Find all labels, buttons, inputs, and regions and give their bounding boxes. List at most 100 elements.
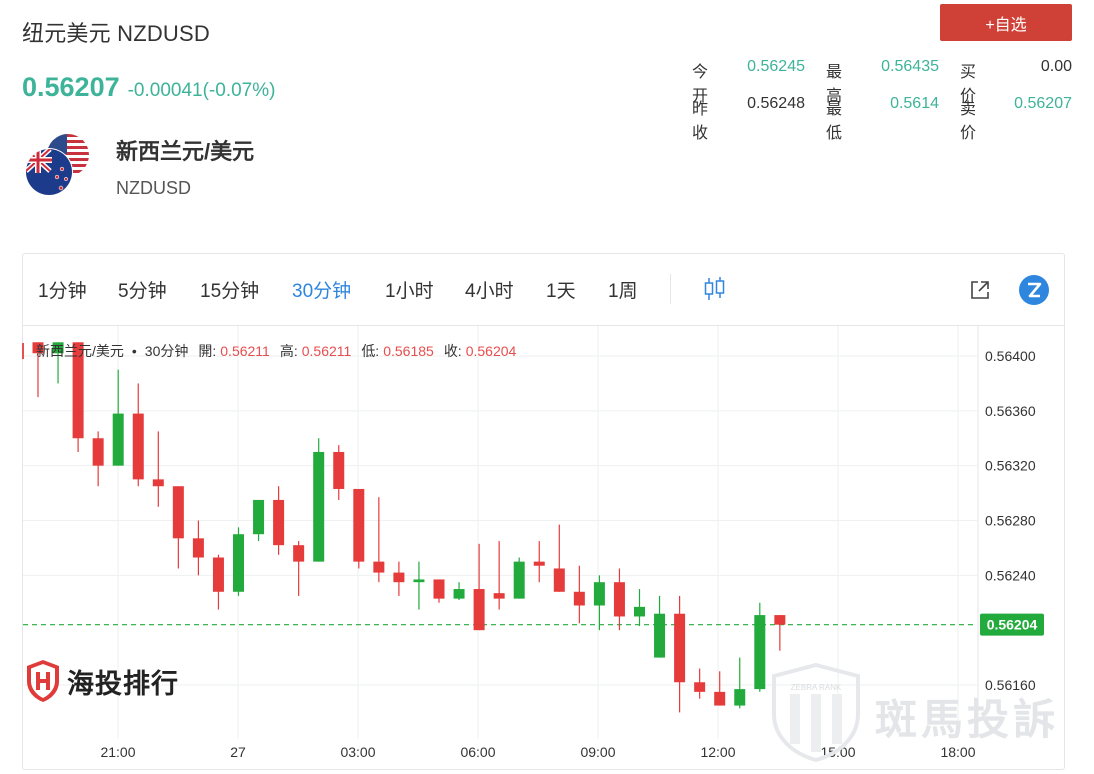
brand-watermark-text: 海投排行 — [67, 668, 179, 699]
candle — [152, 431, 164, 507]
candle — [353, 488, 365, 569]
zebra-watermark-text: 斑馬投訴 — [875, 696, 1060, 743]
candle — [694, 668, 706, 699]
candle-body — [152, 479, 164, 487]
legend-low-label: 低: — [361, 343, 380, 359]
candle — [253, 499, 265, 542]
candle-body — [333, 451, 345, 489]
candle — [593, 575, 605, 631]
candle-body — [273, 499, 285, 546]
candle-body — [473, 589, 485, 631]
y-tick-label: 0.56240 — [985, 567, 1036, 583]
candle-body — [734, 689, 746, 706]
candle — [513, 557, 525, 599]
zebra-shield-icon: ZEBRA RANK — [772, 662, 860, 762]
y-tick-label: 0.56400 — [985, 348, 1036, 364]
legend-open-value: 0.56211 — [220, 343, 270, 359]
candle — [313, 438, 325, 562]
current-price-label: 0.56204 — [987, 617, 1038, 633]
candle — [373, 497, 385, 583]
x-tick-label: 09:00 — [580, 744, 615, 760]
candle-body — [654, 613, 666, 658]
brand-watermark: 海投排行 — [25, 659, 179, 703]
legend-high-value: 0.56211 — [301, 343, 352, 359]
x-tick-label: 06:00 — [460, 744, 495, 760]
candle-body — [774, 615, 786, 625]
legend-marker — [22, 343, 24, 359]
candle — [192, 520, 204, 576]
candle-body — [172, 486, 184, 539]
candle-body — [233, 534, 244, 592]
candle-body — [553, 568, 565, 592]
candle-body — [694, 682, 706, 692]
candle-body — [453, 589, 465, 599]
candle-body — [533, 561, 545, 566]
chart-legend: 新西兰元/美元 • 30分钟 開: 0.56211 高: 0.56211 低: … — [22, 341, 526, 361]
candle-body — [313, 451, 325, 562]
candle — [654, 595, 666, 658]
legend-close-value: 0.56204 — [465, 343, 517, 359]
candle — [714, 671, 726, 706]
candle — [674, 595, 686, 713]
legend-symbol: 新西兰元/美元 — [36, 343, 124, 359]
candle-body — [413, 579, 425, 583]
candle — [132, 383, 144, 487]
legend-high-label: 高: — [279, 343, 298, 359]
candle-body — [132, 413, 144, 480]
candle-body — [293, 545, 305, 562]
legend-close-label: 收: — [443, 343, 462, 359]
legend-low-value: 0.56185 — [383, 343, 434, 359]
candle — [433, 579, 445, 603]
candle-body — [674, 613, 686, 683]
candle-body — [613, 582, 625, 617]
x-tick-label: 27 — [230, 744, 246, 760]
candle — [112, 369, 124, 466]
candle — [573, 565, 585, 624]
legend-separator: • — [131, 343, 137, 359]
candle — [92, 431, 104, 487]
candle-body — [253, 499, 265, 535]
y-tick-label: 0.56280 — [985, 513, 1036, 529]
candle-body — [192, 538, 204, 558]
candle — [473, 543, 485, 631]
candle-body — [493, 593, 505, 599]
y-tick-label: 0.56360 — [985, 403, 1036, 419]
candle — [634, 589, 645, 627]
candle — [413, 561, 425, 610]
x-tick-label: 12:00 — [700, 744, 735, 760]
candle-body — [593, 582, 605, 606]
candle-body — [112, 413, 124, 466]
candle-body — [212, 557, 224, 592]
candle-body — [393, 572, 405, 583]
zebra-badge-text: ZEBRA RANK — [791, 683, 842, 692]
candlestick-chart[interactable]: 0.56400 0.56360 0.56320 0.56280 0.56240 0.561… — [0, 0, 1094, 774]
candle-body — [373, 561, 385, 573]
candle-body — [92, 438, 104, 466]
candle — [393, 561, 405, 596]
candle — [212, 554, 224, 610]
candle — [172, 486, 184, 569]
candle-body — [714, 691, 726, 706]
x-tick-label: 21:00 — [100, 744, 135, 760]
candle-body — [353, 488, 365, 562]
candle — [754, 602, 766, 692]
legend-open-label: 開: — [198, 343, 217, 359]
x-tick-label: 03:00 — [340, 744, 375, 760]
candle — [293, 541, 305, 596]
candle — [453, 582, 465, 601]
candle-body — [573, 591, 585, 606]
candle — [734, 657, 746, 709]
candle — [233, 527, 244, 596]
candle — [533, 541, 545, 583]
y-tick-label: 0.56320 — [985, 458, 1036, 474]
legend-interval: 30分钟 — [144, 343, 189, 359]
candle — [333, 445, 345, 500]
candle — [273, 486, 285, 555]
candle-body — [433, 579, 445, 599]
candle — [613, 568, 625, 631]
shield-logo-icon — [27, 660, 59, 702]
candle — [774, 615, 786, 651]
candle — [553, 524, 565, 592]
candle-body — [634, 606, 645, 617]
candle-body — [513, 561, 525, 599]
